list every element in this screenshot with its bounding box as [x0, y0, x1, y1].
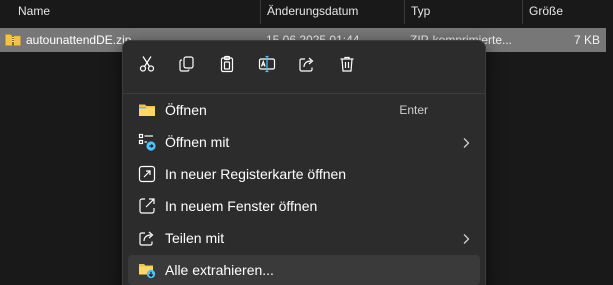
chevron-right-icon [460, 136, 472, 148]
zip-folder-icon [5, 33, 21, 46]
copy-icon [178, 55, 196, 78]
menu-item-label: Teilen mit [165, 230, 225, 246]
cut-button[interactable] [135, 54, 159, 78]
menu-item-label: Öffnen [165, 102, 207, 118]
quick-actions-bar [123, 41, 485, 93]
column-header-type[interactable]: Typ [404, 0, 430, 24]
new-window-icon [138, 197, 156, 215]
column-header-size[interactable]: Größe [522, 0, 563, 24]
menu-item-shortcut: Enter [399, 103, 428, 117]
scissors-icon [138, 55, 156, 78]
new-tab-icon [138, 165, 156, 183]
column-header-date[interactable]: Änderungsdatum [260, 0, 358, 24]
menu-item-open-new-tab[interactable]: In neuer Registerkarte öffnen [128, 159, 480, 189]
folder-icon [138, 101, 156, 119]
share-button[interactable] [295, 54, 319, 78]
file-size: 7 KB [574, 33, 601, 47]
menu-item-share-with[interactable]: Teilen mit [128, 223, 480, 253]
context-menu: Öffnen Enter Öffnen mit In neuer Registe… [122, 40, 486, 285]
menu-item-extract-all[interactable]: Alle extrahieren... [128, 255, 480, 285]
open-with-icon [138, 133, 156, 151]
menu-item-label: In neuer Registerkarte öffnen [165, 166, 347, 182]
clipboard-icon [218, 55, 236, 78]
menu-item-open-with[interactable]: Öffnen mit [128, 127, 480, 157]
explorer-window: Name Änderungsdatum Typ Größe autounatte… [0, 0, 613, 285]
menu-separator [123, 93, 485, 94]
trash-icon [338, 55, 356, 78]
chevron-right-icon [460, 232, 472, 244]
paste-button[interactable] [215, 54, 239, 78]
column-header-bar: Name Änderungsdatum Typ Größe [0, 0, 613, 24]
extract-folder-icon [138, 261, 156, 279]
menu-item-label: In neuem Fenster öffnen [165, 198, 318, 214]
file-name: autounattendDE.zip [26, 33, 132, 47]
rename-icon [258, 55, 276, 78]
delete-button[interactable] [335, 54, 359, 78]
copy-button[interactable] [175, 54, 199, 78]
share-with-icon [138, 229, 156, 247]
column-header-name[interactable]: Name [18, 0, 50, 24]
rename-button[interactable] [255, 54, 279, 78]
menu-item-open-new-window[interactable]: In neuem Fenster öffnen [128, 191, 480, 221]
share-icon [298, 55, 316, 78]
menu-item-label: Öffnen mit [165, 134, 230, 150]
menu-item-label: Alle extrahieren... [165, 262, 274, 278]
menu-item-open[interactable]: Öffnen Enter [128, 95, 480, 125]
